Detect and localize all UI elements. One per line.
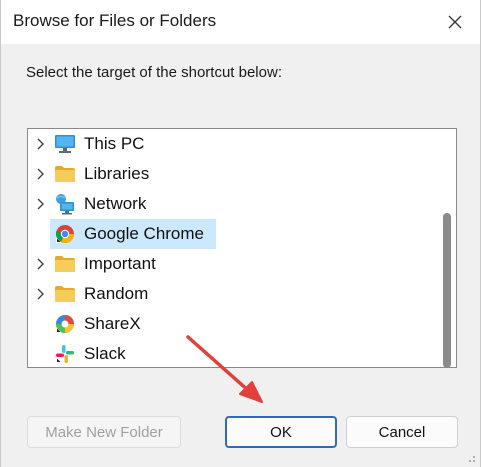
close-button[interactable]	[440, 8, 470, 36]
vertical-scrollbar[interactable]	[436, 129, 456, 367]
tree-item-label: Network	[84, 194, 147, 213]
make-new-folder-button: Make New Folder	[27, 416, 181, 448]
tree-item-label: This PC	[84, 134, 145, 153]
tree-item-label: ShareX	[84, 314, 141, 333]
tree-item-important[interactable]: Important	[28, 249, 436, 279]
title-bar: Browse for Files or Folders	[1, 0, 480, 44]
folder-icon	[54, 163, 76, 185]
ok-button[interactable]: OK	[225, 416, 337, 448]
chevron-right-icon[interactable]	[32, 166, 48, 182]
tree-item-libraries[interactable]: Libraries	[28, 159, 436, 189]
chevron-right-icon[interactable]	[32, 256, 48, 272]
chevron-right-icon[interactable]	[32, 286, 48, 302]
slack-icon	[54, 343, 76, 365]
folder-tree[interactable]: This PC Libraries Network Google Chrome …	[27, 128, 457, 368]
tree-item-slack[interactable]: Slack	[28, 339, 436, 367]
tree-item-label: Libraries	[84, 164, 150, 183]
tree-item-network[interactable]: Network	[28, 189, 436, 219]
sharex-icon	[54, 313, 76, 335]
resize-grip-icon[interactable]	[464, 451, 476, 463]
chevron-right-icon[interactable]	[32, 196, 48, 212]
network-icon	[54, 193, 76, 215]
tree-item-this-pc[interactable]: This PC	[28, 129, 436, 159]
dialog-prompt: Select the target of the shortcut below:	[26, 64, 282, 81]
browse-dialog: Browse for Files or Folders Select the t…	[0, 0, 481, 467]
cancel-button[interactable]: Cancel	[346, 416, 458, 448]
tree-item-label: Important	[84, 254, 156, 273]
tree-item-label: Random	[84, 284, 149, 303]
tree-item-random[interactable]: Random	[28, 279, 436, 309]
folder-icon	[54, 253, 76, 275]
chevron-right-icon[interactable]	[32, 136, 48, 152]
tree-item-sharex[interactable]: ShareX	[28, 309, 436, 339]
computer-icon	[54, 133, 76, 155]
dialog-title: Browse for Files or Folders	[13, 11, 217, 30]
tree-item-label: Slack	[84, 344, 126, 363]
chrome-icon	[54, 223, 76, 245]
folder-icon	[54, 283, 76, 305]
scrollbar-thumb[interactable]	[443, 213, 451, 367]
tree-item-label: Google Chrome	[84, 224, 205, 243]
close-icon	[448, 15, 462, 29]
tree-item-google-chrome[interactable]: Google Chrome	[28, 219, 436, 249]
